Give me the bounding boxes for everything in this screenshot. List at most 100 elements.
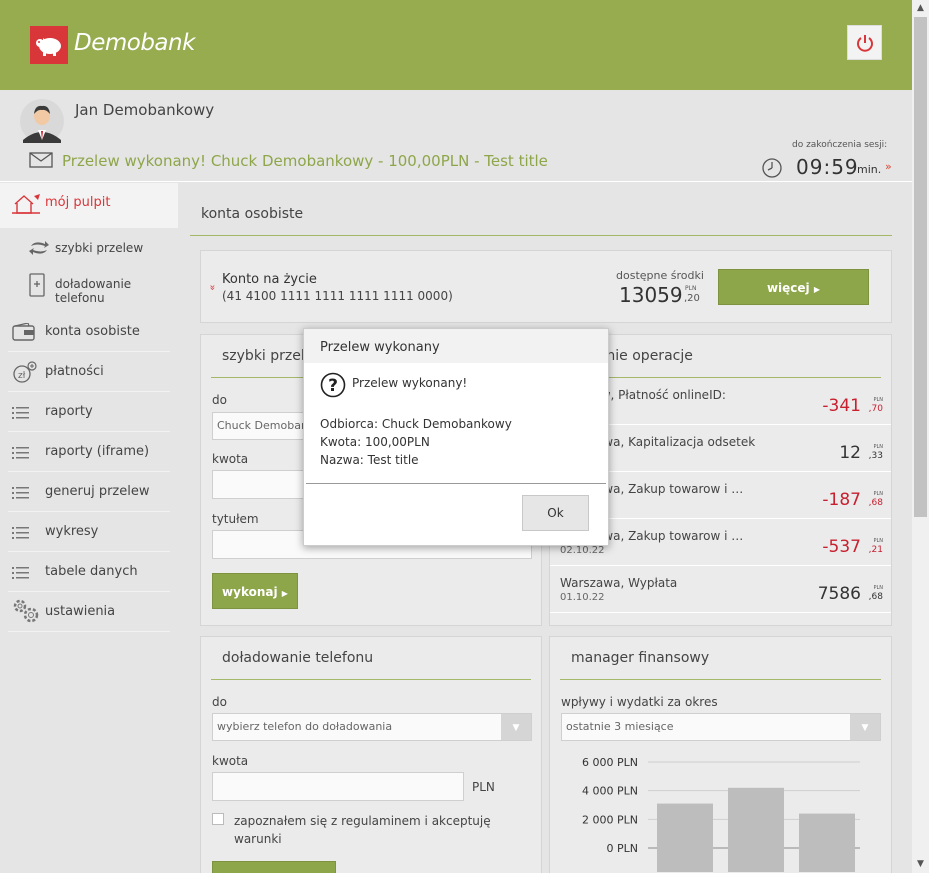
account-currency: PLN (685, 285, 697, 292)
operation-currency: PLN (873, 397, 883, 403)
operation-decimals: ,33 (868, 451, 883, 461)
sidebar-item-personal-accounts[interactable]: konta osobiste (0, 312, 170, 352)
dialog-heading: Przelew wykonany! (352, 376, 468, 390)
sidebar-item-reports-iframe[interactable]: raporty (iframe) (0, 432, 170, 472)
sidebar-item-dashboard[interactable]: mój pulpit (0, 183, 178, 228)
operation-amount: 12 (839, 443, 861, 463)
account-panel: » Konto na życie (41 4100 1111 1111 1111… (200, 250, 892, 323)
sidebar-item-quick-transfer[interactable]: szybki przelew (0, 231, 170, 266)
execute-transfer-button[interactable]: wykonaj ▶ (212, 573, 298, 609)
logo-text[interactable]: Demobank (74, 30, 195, 56)
chart-bar[interactable] (657, 803, 713, 872)
chevron-down-icon[interactable]: ▼ (501, 714, 531, 740)
period-select[interactable]: ostatnie 3 miesiące ▼ (561, 713, 881, 741)
terms-label: zapoznałem się z regulaminem i akceptuję… (234, 814, 491, 846)
sidebar-item-label: płatności (45, 364, 104, 379)
topup-amount-input[interactable] (212, 772, 464, 801)
topup-amount-label: kwota (212, 754, 249, 768)
home-icon (12, 194, 40, 214)
finance-manager-panel: manager finansowy wpływy i wydatki za ok… (549, 636, 892, 873)
transfer-amount-label: kwota (212, 452, 249, 466)
power-icon (857, 35, 873, 52)
logo-icon[interactable] (30, 26, 68, 64)
operation-amount: -537 (822, 537, 861, 557)
sidebar-item-label: konta osobiste (45, 324, 140, 339)
operation-currency: PLN (873, 491, 883, 497)
dialog-divider (306, 483, 606, 484)
logout-button[interactable] (847, 25, 882, 60)
terms-checkbox[interactable] (212, 813, 224, 825)
phone-topup-panel: doładowanie telefonu do wybierz telefon … (200, 636, 542, 873)
sidebar-item-generate-transfer[interactable]: generuj przelew (0, 472, 170, 512)
panel-divider (560, 679, 881, 680)
chevron-down-icon[interactable]: ▼ (850, 714, 880, 740)
list-icon (12, 487, 29, 499)
chart-tick-label: 0 PLN (607, 842, 639, 855)
phone-icon (29, 273, 45, 297)
triangle-right-icon: ▶ (281, 589, 288, 598)
dialog-transfer-name: Nazwa: Test title (320, 453, 419, 467)
dialog-header: Przelew wykonany (304, 329, 608, 363)
list-icon (12, 527, 29, 539)
chart-bar[interactable] (728, 787, 784, 872)
wallet-icon (12, 323, 35, 341)
top-bar: Demobank (0, 0, 912, 90)
sidebar-item-label: mój pulpit (45, 195, 111, 210)
chart-tick-label: 6 000 PLN (582, 756, 638, 769)
operation-row[interactable]: Warszawa, Wypłata 01.10.22 7586 PLN ,68 (550, 566, 891, 613)
topup-phone-select[interactable]: wybierz telefon do doładowania ▼ (212, 713, 532, 741)
gear-icon (13, 599, 39, 623)
transfer-icon (29, 241, 49, 255)
phone-topup-title: doładowanie telefonu (222, 650, 374, 666)
sidebar-item-payments[interactable]: zł płatności (0, 352, 170, 392)
expand-account-icon[interactable]: » (207, 284, 218, 290)
ok-button[interactable]: Ok (522, 495, 589, 531)
sidebar-item-reports[interactable]: raporty (0, 392, 170, 432)
operation-decimals: ,70 (868, 404, 883, 414)
operation-currency: PLN (873, 585, 883, 591)
sidebar-item-charts[interactable]: wykresy (0, 512, 170, 552)
transfer-message: Przelew wykonany! Chuck Demobankowy - 10… (62, 152, 548, 170)
scroll-thumb[interactable] (914, 17, 927, 517)
page-scrollbar[interactable]: ▲ ▼ (912, 0, 929, 873)
sidebar-item-settings[interactable]: ustawienia (0, 592, 170, 632)
payments-icon: zł (13, 361, 37, 383)
triangle-right-icon: ▶ (813, 285, 821, 294)
sidebar: mój pulpit szybki przelew doładowanie te… (0, 183, 178, 873)
topup-phone-placeholder: wybierz telefon do doładowania (217, 720, 393, 733)
topup-to-label: do (212, 695, 227, 709)
chart-bar[interactable] (799, 813, 855, 872)
scroll-down-icon[interactable]: ▼ (912, 856, 929, 873)
session-extend-link[interactable]: » (885, 160, 892, 173)
sidebar-item-label: raporty (iframe) (45, 444, 150, 459)
title-divider (190, 235, 892, 236)
session-timer: 09:59 (796, 155, 859, 179)
list-icon (12, 407, 29, 419)
period-value: ostatnie 3 miesiące (566, 720, 674, 733)
sidebar-item-label: szybki przelew (55, 241, 144, 255)
operation-amount: -187 (822, 490, 861, 510)
operation-decimals: ,68 (868, 592, 883, 602)
user-strip: Jan Demobankowy Przelew wykonany! Chuck … (0, 90, 912, 182)
chart-tick-label: 4 000 PLN (582, 785, 638, 798)
more-button[interactable]: więcej ▶ (718, 269, 869, 305)
scroll-up-icon[interactable]: ▲ (912, 0, 929, 17)
sidebar-item-data-tables[interactable]: tabele danych (0, 552, 170, 592)
sidebar-item-phone-topup[interactable]: doładowanie telefonu (0, 267, 170, 305)
execute-transfer-label: wykonaj (222, 585, 278, 599)
question-icon: ? (320, 372, 346, 398)
panel-divider (211, 679, 531, 680)
topup-submit-button[interactable] (212, 861, 336, 873)
dialog-recipient: Odbiorca: Chuck Demobankowy (320, 417, 512, 431)
page-title: konta osobiste (201, 206, 304, 222)
operation-amount: -341 (822, 396, 861, 416)
available-funds-label: dostępne środki (616, 269, 704, 282)
finance-chart: 6 000 PLN 4 000 PLN 2 000 PLN 0 PLN (582, 756, 860, 872)
operation-amount: 7586 (817, 584, 861, 604)
operation-decimals: ,68 (868, 498, 883, 508)
dialog-title: Przelew wykonany (320, 340, 440, 355)
operation-currency: PLN (873, 538, 883, 544)
operation-date: 01.10.22 (560, 592, 605, 603)
transfer-title-label: tytułem (212, 512, 259, 526)
chart-tick-label: 2 000 PLN (582, 813, 638, 826)
